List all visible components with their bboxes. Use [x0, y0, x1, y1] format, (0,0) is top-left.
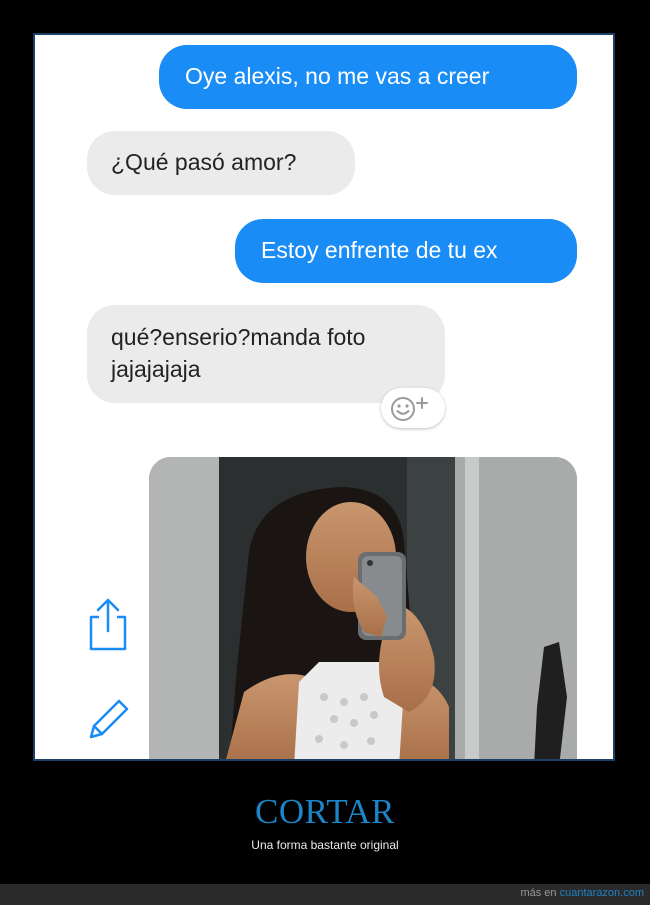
post-subtitle: Una forma bastante original: [251, 838, 399, 852]
message-bubble-incoming: ¿Qué pasó amor?: [87, 131, 355, 195]
add-reaction-button[interactable]: [381, 388, 445, 428]
share-button[interactable]: [85, 597, 131, 658]
edit-button[interactable]: [85, 695, 133, 748]
message-bubble-incoming: qué?enserio?manda foto jajajajaja: [87, 305, 445, 403]
footer-text: más en cuantarazon.com: [520, 887, 644, 899]
pencil-icon: [89, 699, 129, 739]
post-title: CORTAR: [254, 792, 396, 831]
message-bubble-outgoing: Estoy enfrente de tu ex: [235, 219, 577, 283]
share-icon: [89, 598, 127, 651]
chat-screenshot: Oye alexis, no me vas a creer ¿Qué pasó …: [33, 33, 615, 761]
message-bubble-outgoing: Oye alexis, no me vas a creer: [159, 45, 577, 109]
footer-prefix: más en: [520, 887, 560, 899]
footer-bar: más en cuantarazon.com: [0, 884, 650, 905]
add-reaction-icon: [391, 397, 428, 421]
selfie-photo-message[interactable]: [149, 457, 577, 759]
footer-site-link[interactable]: cuantarazon.com: [560, 887, 644, 899]
